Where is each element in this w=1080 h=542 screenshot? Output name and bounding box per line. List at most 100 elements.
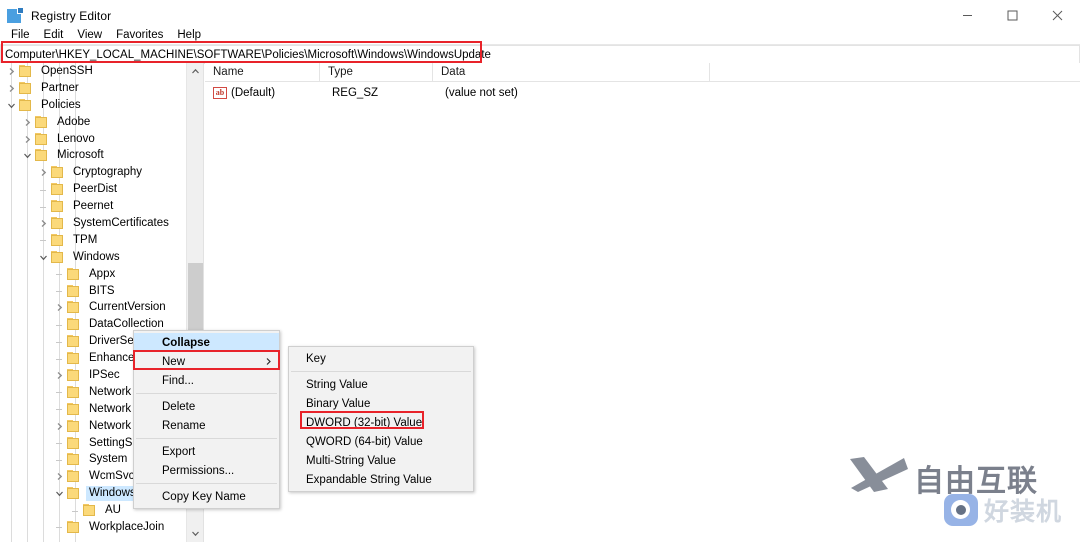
folder-icon: [66, 285, 81, 298]
menu-item-favorites[interactable]: Favorites: [109, 28, 170, 42]
folder-icon: [66, 335, 81, 348]
tree-item-partner[interactable]: Partner: [0, 80, 186, 97]
folder-icon: [66, 386, 81, 399]
string-value-icon: ab: [213, 87, 227, 99]
context-menu-item-rename[interactable]: Rename: [134, 416, 279, 435]
chevron-right-icon[interactable]: [52, 418, 66, 434]
tree-item-peerdist[interactable]: PeerDist: [0, 181, 186, 198]
folder-icon: [66, 352, 81, 365]
tree-item-label: SystemCertificates: [70, 216, 172, 231]
tree-leaf-marker: [52, 351, 66, 367]
context-menu-item-delete[interactable]: Delete: [134, 397, 279, 416]
tree-item-peernet[interactable]: Peernet: [0, 198, 186, 215]
tree-item-adobe[interactable]: Adobe: [0, 114, 186, 131]
submenu-item-qword-64-bit-value[interactable]: QWORD (64-bit) Value: [289, 432, 473, 451]
tree-item-policies[interactable]: Policies: [0, 97, 186, 114]
submenu-item-label: Multi-String Value: [306, 455, 396, 467]
menu-item-help[interactable]: Help: [170, 28, 208, 42]
context-menu-item-new[interactable]: New: [134, 352, 279, 371]
menu-separator: [136, 438, 277, 439]
folder-icon: [18, 99, 33, 112]
context-menu-item-copy-key-name[interactable]: Copy Key Name: [134, 487, 279, 506]
submenu-item-multi-string-value[interactable]: Multi-String Value: [289, 451, 473, 470]
context-menu-item-label: Find...: [162, 375, 194, 387]
context-menu[interactable]: CollapseNew Find... DeleteRename Export Perm…: [133, 330, 280, 509]
table-row[interactable]: ab (Default) REG_SZ (value not set): [205, 84, 1080, 101]
tree-item-currentversion[interactable]: CurrentVersion: [0, 299, 186, 316]
chevron-right-icon[interactable]: [4, 80, 18, 96]
registry-icon: [7, 8, 23, 24]
submenu-item-label: Binary Value: [306, 398, 370, 410]
chevron-down-icon[interactable]: [4, 97, 18, 113]
chevron-down-icon[interactable]: [36, 249, 50, 265]
new-submenu[interactable]: Key String Value Binary Value DWORD (32-bit…: [288, 346, 474, 492]
column-header-name[interactable]: Name: [205, 63, 320, 81]
tree-item-tpm[interactable]: TPM: [0, 232, 186, 249]
submenu-item-key[interactable]: Key: [289, 349, 473, 368]
submenu-item-label: String Value: [306, 379, 368, 391]
tree-item-label: SettingS: [86, 436, 135, 451]
tree-item-microsoft[interactable]: Microsoft: [0, 147, 186, 164]
tree-item-lenovo[interactable]: Lenovo: [0, 131, 186, 148]
scroll-down-icon[interactable]: [187, 525, 204, 542]
address-bar-container: Computer\HKEY_LOCAL_MACHINE\SOFTWARE\Pol…: [0, 44, 1080, 63]
chevron-right-icon[interactable]: [20, 114, 34, 130]
submenu-item-label: DWORD (32-bit) Value: [306, 417, 422, 429]
submenu-item-string-value[interactable]: String Value: [289, 375, 473, 394]
menu-item-view[interactable]: View: [70, 28, 109, 42]
context-menu-item-export[interactable]: Export: [134, 442, 279, 461]
folder-icon: [66, 470, 81, 483]
chevron-down-icon[interactable]: [52, 486, 66, 502]
watermark-text-2: 好装机: [984, 492, 1062, 528]
submenu-item-expandable-string-value[interactable]: Expandable String Value: [289, 470, 473, 489]
tree-item-bits[interactable]: BITS: [0, 283, 186, 300]
context-menu-item-find-[interactable]: Find...: [134, 371, 279, 390]
submenu-item-dword-32-bit-value[interactable]: DWORD (32-bit) Value: [289, 413, 473, 432]
tree-leaf-marker: [52, 266, 66, 282]
tree-scrollbar-thumb[interactable]: [188, 263, 203, 338]
chevron-right-icon[interactable]: [36, 165, 50, 181]
tree-item-label: OpenSSH: [38, 64, 96, 79]
tree-item-windows[interactable]: Windows: [0, 249, 186, 266]
chevron-right-icon[interactable]: [20, 131, 34, 147]
context-menu-item-label: Export: [162, 446, 195, 458]
x-logo-icon: [848, 455, 910, 500]
folder-icon: [66, 521, 81, 534]
submenu-item-binary-value[interactable]: Binary Value: [289, 394, 473, 413]
column-header-type[interactable]: Type: [320, 63, 433, 81]
chevron-right-icon[interactable]: [36, 215, 50, 231]
context-menu-item-permissions-[interactable]: Permissions...: [134, 461, 279, 480]
context-menu-item-collapse[interactable]: Collapse: [134, 333, 279, 352]
menu-item-edit[interactable]: Edit: [37, 28, 71, 42]
folder-icon: [34, 133, 49, 146]
chevron-right-icon[interactable]: [52, 367, 66, 383]
tree-item-openssh[interactable]: OpenSSH: [0, 63, 186, 80]
tree-item-label: Network: [86, 385, 134, 400]
tree-leaf-marker: [52, 283, 66, 299]
menu-separator: [291, 371, 471, 372]
context-menu-item-label: Copy Key Name: [162, 491, 246, 503]
folder-icon: [34, 116, 49, 129]
chevron-right-icon[interactable]: [52, 300, 66, 316]
menu-separator: [136, 483, 277, 484]
menu-item-file[interactable]: File: [4, 28, 37, 42]
folder-icon: [50, 234, 65, 247]
chevron-down-icon[interactable]: [20, 148, 34, 164]
folder-icon: [66, 487, 81, 500]
folder-icon: [66, 268, 81, 281]
column-header-data[interactable]: Data: [433, 63, 710, 81]
tree-item-label: Peernet: [70, 199, 116, 214]
tree-item-label: WorkplaceJoin: [86, 520, 167, 535]
chevron-right-icon[interactable]: [52, 469, 66, 485]
watermark-haozhuangji: 好装机: [944, 492, 1062, 528]
tree-item-systemcertificates[interactable]: SystemCertificates: [0, 215, 186, 232]
camera-logo-icon: [944, 494, 978, 526]
tree-item-appx[interactable]: Appx: [0, 266, 186, 283]
chevron-right-icon[interactable]: [4, 63, 18, 79]
tree-item-label: Lenovo: [54, 132, 98, 147]
tree-item-cryptography[interactable]: Cryptography: [0, 164, 186, 181]
scroll-up-icon[interactable]: [187, 63, 204, 80]
address-bar-input[interactable]: Computer\HKEY_LOCAL_MACHINE\SOFTWARE\Pol…: [0, 45, 1080, 64]
tree-item-workplacejoin[interactable]: WorkplaceJoin: [0, 519, 186, 536]
tree-leaf-marker: [52, 317, 66, 333]
